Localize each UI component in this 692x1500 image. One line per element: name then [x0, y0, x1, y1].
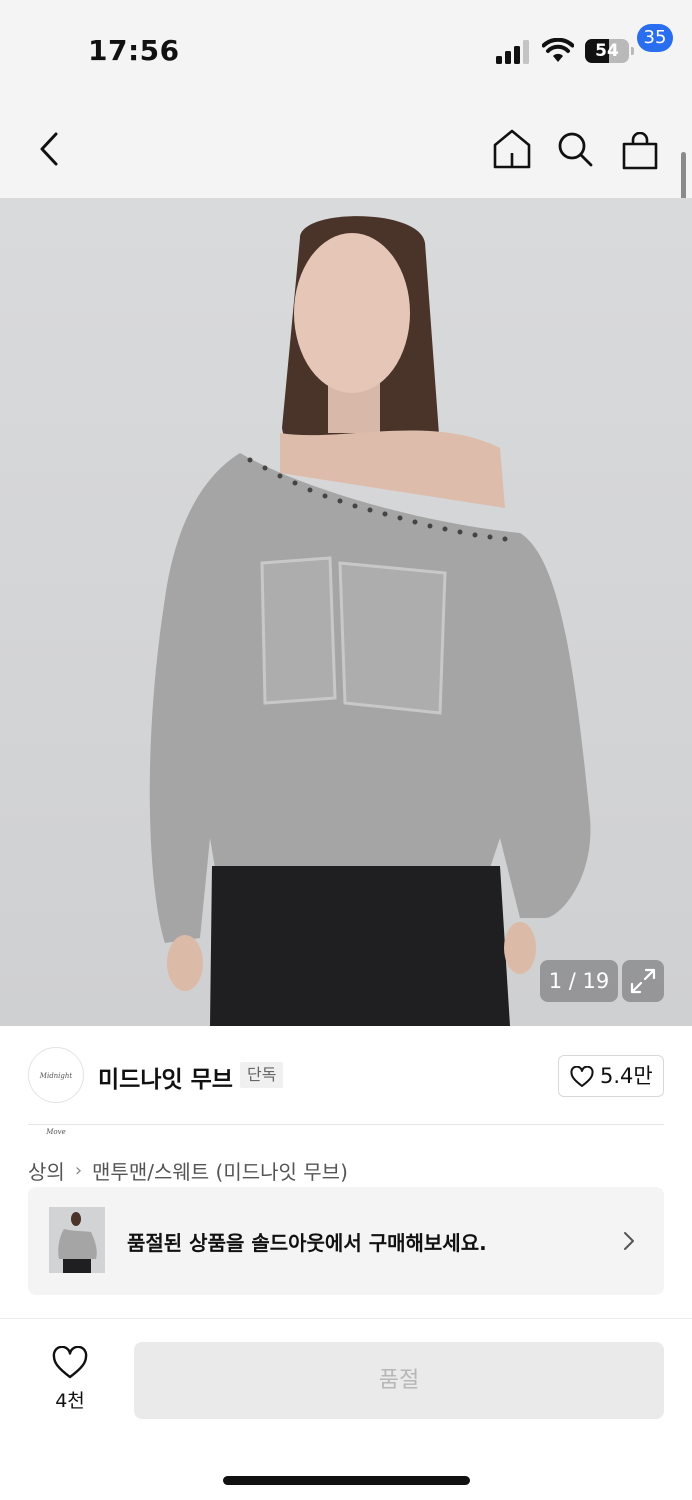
wifi-icon — [542, 38, 574, 62]
exclusive-badge: 단독 — [240, 1062, 284, 1088]
breadcrumb-separator-icon: › — [74, 1159, 83, 1181]
expand-button[interactable] — [622, 960, 664, 1002]
heart-icon — [570, 1066, 594, 1087]
nav-bar — [0, 100, 692, 198]
breadcrumb: 상의 › 맨투맨/스웨트 (미드나잇 무브) — [28, 1156, 348, 1184]
soldout-button[interactable]: 품절 — [134, 1342, 664, 1419]
status-time: 17:56 — [88, 34, 180, 67]
expand-icon — [630, 968, 656, 994]
brand-like-button[interactable]: 5.4만 — [558, 1055, 664, 1097]
brand-logo-text: Midnight Move — [39, 1072, 73, 1136]
soldout-banner-text: 품절된 상품을 솔드아웃에서 구매해보세요. — [127, 1231, 487, 1255]
brand-logo[interactable]: Midnight Move — [28, 1047, 84, 1136]
wishlist-heart-icon[interactable] — [52, 1346, 88, 1380]
product-image[interactable] — [0, 198, 692, 1026]
battery-level: 54 — [595, 41, 619, 61]
status-bar: 17:56 54 — [0, 0, 692, 100]
wishlist-count: 4천 — [55, 1390, 85, 1412]
cart-badge: 35 — [637, 24, 673, 52]
cart-icon[interactable] — [620, 132, 660, 170]
home-indicator — [223, 1476, 470, 1485]
breadcrumb-level1[interactable]: 상의 — [28, 1156, 65, 1185]
search-icon[interactable] — [556, 130, 594, 168]
back-icon[interactable] — [34, 130, 66, 168]
soldout-banner[interactable]: 품절된 상품을 솔드아웃에서 구매해보세요. — [28, 1187, 664, 1295]
product-photo — [149, 216, 591, 1026]
battery-tip — [631, 47, 634, 55]
divider — [28, 1124, 664, 1125]
battery-icon: 54 — [585, 39, 629, 63]
chevron-right-icon — [624, 1232, 634, 1250]
home-icon[interactable] — [492, 128, 532, 170]
signal-icon — [496, 40, 529, 64]
image-counter: 1 / 19 — [540, 960, 618, 1002]
brand-name[interactable]: 미드나잇 무브 — [98, 1060, 233, 1094]
brand-like-count: 5.4만 — [600, 1064, 653, 1088]
breadcrumb-level2[interactable]: 맨투맨/스웨트 (미드나잇 무브) — [92, 1156, 348, 1185]
soldout-thumbnail — [49, 1207, 105, 1273]
